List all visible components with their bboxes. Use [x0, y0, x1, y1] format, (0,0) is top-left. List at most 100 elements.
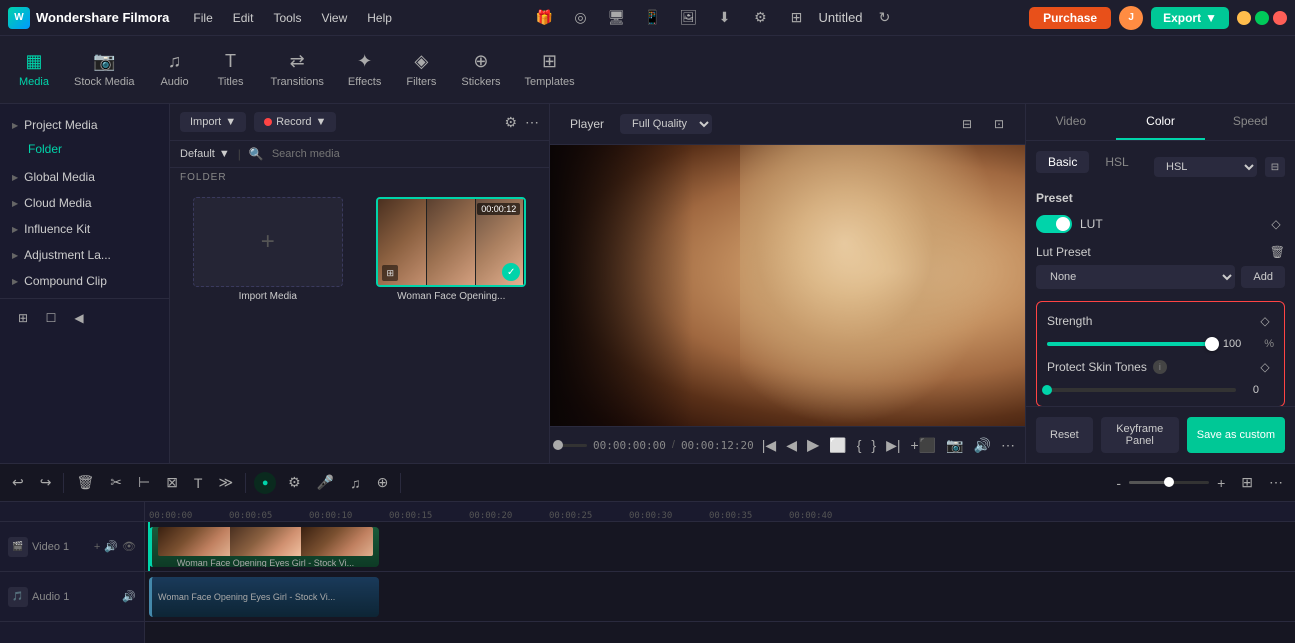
mark-out-button[interactable]: } — [869, 435, 878, 455]
zoom-out-button[interactable]: - — [1112, 473, 1125, 493]
maximize-button[interactable] — [1255, 11, 1269, 25]
menu-help[interactable]: Help — [359, 9, 400, 27]
next-frame-button[interactable]: ▶| — [884, 435, 902, 456]
track-eye-button[interactable]: 👁 — [122, 540, 136, 553]
more-button[interactable]: ⋯ — [525, 114, 539, 131]
protect-handle[interactable] — [1042, 385, 1052, 395]
add-folder-button[interactable]: ⊞ — [12, 307, 34, 329]
quality-select[interactable]: Full Quality 1/2 Quality 1/4 Quality — [620, 114, 712, 134]
split-view-button[interactable]: ⊟ — [953, 110, 981, 138]
search-input[interactable] — [272, 148, 539, 160]
user-avatar[interactable]: J — [1119, 6, 1143, 30]
tl-redo-button[interactable]: ↪ — [36, 472, 56, 493]
tab-color[interactable]: Color — [1116, 104, 1206, 140]
play-button[interactable]: ▶ — [805, 433, 821, 457]
toolbar-templates[interactable]: ⊞ Templates — [514, 45, 584, 94]
sidebar-item-compound-clip[interactable]: ▶ Compound Clip — [0, 268, 169, 294]
zoom-in-button[interactable]: + — [1213, 473, 1229, 493]
tl-audio-button[interactable]: ♫ — [346, 473, 365, 493]
tab-video[interactable]: Video — [1026, 104, 1116, 140]
play-prev-button[interactable]: ◀ — [784, 435, 799, 456]
toolbar-effects[interactable]: ✦ Effects — [338, 45, 391, 94]
menu-file[interactable]: File — [185, 9, 220, 27]
tl-undo-button[interactable]: ↩ — [8, 472, 28, 493]
tl-grid-button[interactable]: ⊞ — [1237, 472, 1257, 493]
target-icon[interactable]: ◎ — [566, 4, 594, 32]
menu-tools[interactable]: Tools — [265, 9, 309, 27]
volume-button[interactable]: 🔊 — [972, 435, 993, 456]
sidebar-item-adjustment[interactable]: ▶ Adjustment La... — [0, 242, 169, 268]
stop-button[interactable]: ⬜ — [827, 435, 848, 456]
toolbar-filters[interactable]: ◈ Filters — [395, 45, 447, 94]
sidebar-item-cloud-media[interactable]: ▶ Cloud Media — [0, 190, 169, 216]
track-add-button[interactable]: + — [94, 540, 100, 553]
close-button[interactable] — [1273, 11, 1287, 25]
protect-value-input[interactable] — [1244, 384, 1274, 396]
lut-none-select[interactable]: None — [1036, 265, 1235, 289]
protect-slider[interactable] — [1047, 388, 1236, 392]
sync-icon[interactable]: ↻ — [871, 4, 899, 32]
tl-delete-button[interactable]: 🗑 — [72, 472, 98, 493]
sidebar-item-project-media[interactable]: ▶ Project Media — [0, 112, 169, 138]
tl-split-button[interactable]: ⊢ — [134, 472, 154, 493]
grid-icon[interactable]: ⊞ — [782, 4, 810, 32]
video-clip[interactable]: Woman Face Opening Eyes Girl - Stock Vi.… — [149, 527, 379, 567]
sidebar-item-global-media[interactable]: ▶ Global Media — [0, 164, 169, 190]
lut-keyframe-button[interactable]: ◇ — [1267, 215, 1285, 233]
toolbar-stickers[interactable]: ⊕ Stickers — [451, 45, 510, 94]
info-icon[interactable]: i — [1153, 360, 1167, 374]
tl-more-button[interactable]: ≫ — [214, 472, 237, 493]
tl-text-button[interactable]: T — [190, 473, 207, 493]
download-icon[interactable]: ⬇ — [710, 4, 738, 32]
tl-crop-button[interactable]: ⊠ — [162, 472, 182, 493]
strength-slider[interactable] — [1047, 342, 1212, 346]
menu-view[interactable]: View — [313, 9, 355, 27]
tab-hsl[interactable]: HSL — [1093, 151, 1140, 173]
toolbar-audio[interactable]: ♫ Audio — [149, 45, 201, 94]
tl-settings-button[interactable]: ⚙ — [284, 472, 305, 493]
collapse-left-button[interactable]: ◀ — [68, 307, 90, 329]
snapshot-button[interactable]: 📷 — [944, 435, 965, 456]
tl-mic-button[interactable]: 🎤 — [313, 472, 338, 493]
audio-clip[interactable]: Woman Face Opening Eyes Girl - Stock Vi.… — [149, 577, 379, 617]
tl-cut-button[interactable]: ✂ — [106, 472, 126, 493]
protect-keyframe-button[interactable]: ◇ — [1256, 358, 1274, 376]
fullscreen-button[interactable]: ⊡ — [985, 110, 1013, 138]
track-mute-button[interactable]: 🔊 — [104, 540, 118, 553]
reset-button[interactable]: Reset — [1036, 417, 1093, 453]
strength-keyframe-button[interactable]: ◇ — [1256, 312, 1274, 330]
purchase-button[interactable]: Purchase — [1029, 7, 1111, 29]
delete-folder-button[interactable]: ☐ — [40, 307, 62, 329]
export-button[interactable]: Export ▼ — [1151, 7, 1229, 29]
strength-value-input[interactable] — [1220, 338, 1256, 350]
picture-icon[interactable]: 🖼 — [674, 4, 702, 32]
strength-handle[interactable] — [1205, 337, 1219, 351]
audio-mute-button[interactable]: 🔊 — [122, 590, 136, 603]
lut-add-button[interactable]: Add — [1241, 266, 1285, 288]
gift-icon[interactable]: 🎁 — [530, 4, 558, 32]
tl-sticker-button[interactable]: ⊕ — [373, 472, 393, 493]
toolbar-transitions[interactable]: ⇄ Transitions — [261, 45, 334, 94]
prev-frame-button[interactable]: |◀ — [760, 435, 778, 456]
keyframe-panel-button[interactable]: Keyframe Panel — [1101, 417, 1179, 453]
list-item[interactable]: 00:00:12 ⊞ ✓ Woman Face Opening... — [364, 197, 540, 453]
lut-toggle[interactable] — [1036, 215, 1072, 233]
more-controls-button[interactable]: ⋯ — [999, 435, 1017, 456]
filter-button[interactable]: ⚙ — [504, 114, 517, 131]
list-item[interactable]: + Import Media — [180, 197, 356, 453]
zoom-slider[interactable] — [1129, 481, 1209, 484]
tl-marker-button[interactable]: ● — [254, 472, 276, 494]
minimize-button[interactable] — [1237, 11, 1251, 25]
menu-edit[interactable]: Edit — [225, 9, 262, 27]
zoom-handle[interactable] — [1164, 477, 1174, 487]
mobile-icon[interactable]: 📱 — [638, 4, 666, 32]
sidebar-item-influence-kit[interactable]: ▶ Influence Kit — [0, 216, 169, 242]
color-mode-select[interactable]: HSL Curves Color Wheels — [1154, 157, 1257, 177]
tab-basic[interactable]: Basic — [1036, 151, 1089, 173]
record-button[interactable]: Record ▼ — [254, 112, 336, 132]
save-as-custom-button[interactable]: Save as custom — [1187, 417, 1285, 453]
lut-trash-button[interactable]: 🗑 — [1270, 245, 1285, 259]
screen-icon[interactable]: 🖥 — [602, 4, 630, 32]
progress-bar[interactable] — [558, 444, 587, 447]
tl-options-button[interactable]: ⋯ — [1265, 472, 1287, 493]
